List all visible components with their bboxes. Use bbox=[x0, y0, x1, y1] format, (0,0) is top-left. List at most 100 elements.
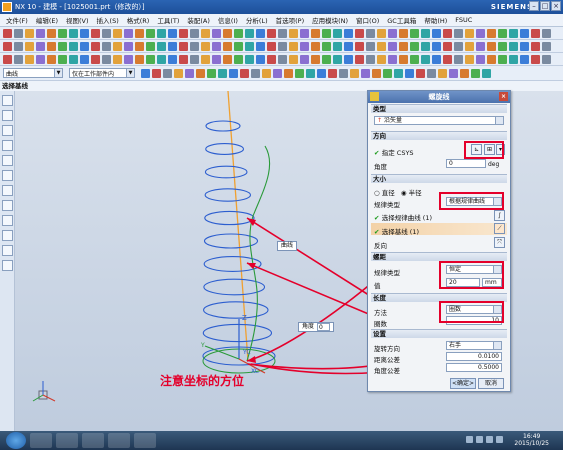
toolbar-tool-icon[interactable] bbox=[14, 28, 23, 38]
toolbar-tool-icon[interactable] bbox=[25, 28, 34, 38]
distance-tolerance-input[interactable]: 0.0100 bbox=[446, 352, 502, 361]
toolbar-tool-icon[interactable] bbox=[366, 28, 375, 38]
toolbar-tool-icon[interactable] bbox=[487, 28, 496, 38]
toolbar-tool-icon[interactable] bbox=[190, 54, 199, 64]
toolbar-tool-icon[interactable] bbox=[207, 68, 216, 78]
toolbar-tool-icon[interactable] bbox=[410, 54, 419, 64]
toolbar-tool-icon[interactable] bbox=[465, 28, 474, 38]
toolbar-tool-icon[interactable] bbox=[256, 54, 265, 64]
toolbar-tool-icon[interactable] bbox=[80, 54, 89, 64]
assembly-navigator-icon[interactable] bbox=[2, 95, 13, 106]
toolbar-tool-icon[interactable] bbox=[432, 28, 441, 38]
toolbar-tool-icon[interactable] bbox=[190, 41, 199, 51]
toolbar-tool-icon[interactable] bbox=[229, 68, 238, 78]
taskbar-app-1[interactable] bbox=[30, 433, 52, 448]
toolbar-tool-icon[interactable] bbox=[306, 68, 315, 78]
toolbar-tool-icon[interactable] bbox=[190, 28, 199, 38]
toolbar-tool-icon[interactable] bbox=[322, 28, 331, 38]
toolbar-tool-icon[interactable] bbox=[311, 41, 320, 51]
minimize-button[interactable]: – bbox=[529, 1, 539, 11]
toolbar-tool-icon[interactable] bbox=[256, 41, 265, 51]
cancel-button[interactable]: 取消 bbox=[478, 378, 504, 389]
menu-edit[interactable]: 编辑(E) bbox=[32, 15, 62, 25]
toolbar-tool-icon[interactable] bbox=[25, 54, 34, 64]
toolbar-tool-icon[interactable] bbox=[234, 28, 243, 38]
toolbar-tool-icon[interactable] bbox=[498, 54, 507, 64]
process-studio-icon[interactable] bbox=[2, 215, 13, 226]
toolbar-tool-icon[interactable] bbox=[317, 68, 326, 78]
reuse-library-icon[interactable] bbox=[2, 140, 13, 151]
toolbar-tool-icon[interactable] bbox=[361, 68, 370, 78]
toolbar-tool-icon[interactable] bbox=[179, 41, 188, 51]
maximize-button[interactable]: □ bbox=[540, 1, 550, 11]
toolbar-tool-icon[interactable] bbox=[344, 28, 353, 38]
toolbar-tool-icon[interactable] bbox=[300, 28, 309, 38]
toolbar-tool-icon[interactable] bbox=[58, 54, 67, 64]
reverse-direction-button[interactable]: ⤧ bbox=[494, 237, 505, 248]
menu-fsuc[interactable]: FSUC bbox=[451, 16, 476, 24]
toolbar-tool-icon[interactable] bbox=[212, 41, 221, 51]
toolbar-tool-icon[interactable] bbox=[3, 41, 12, 51]
angle-tag-value[interactable]: 0 bbox=[317, 323, 330, 331]
toolbar-tool-icon[interactable] bbox=[135, 54, 144, 64]
menu-file[interactable]: 文件(F) bbox=[2, 15, 32, 25]
toolbar-tool-icon[interactable] bbox=[454, 54, 463, 64]
toolbar-tool-icon[interactable] bbox=[388, 54, 397, 64]
toolbar-tool-icon[interactable] bbox=[542, 28, 551, 38]
toolbar-tool-icon[interactable] bbox=[91, 28, 100, 38]
roles-icon[interactable] bbox=[2, 245, 13, 256]
toolbar-tool-icon[interactable] bbox=[520, 41, 529, 51]
menu-window[interactable]: 窗口(O) bbox=[352, 15, 383, 25]
toolbar-tool-icon[interactable] bbox=[487, 41, 496, 51]
toolbar-tool-icon[interactable] bbox=[394, 68, 403, 78]
toolbar-tool-icon[interactable] bbox=[410, 41, 419, 51]
toolbar-tool-icon[interactable] bbox=[509, 41, 518, 51]
toolbar-tool-icon[interactable] bbox=[498, 41, 507, 51]
toolbar-tool-icon[interactable] bbox=[267, 28, 276, 38]
toolbar-tool-icon[interactable] bbox=[168, 28, 177, 38]
toolbar-tool-icon[interactable] bbox=[36, 41, 45, 51]
selection-scope-dropdown[interactable]: 仅在工作部件内 ▼ bbox=[69, 68, 135, 78]
baseline-select-icon[interactable]: ⟋ bbox=[494, 223, 505, 234]
toolbar-tool-icon[interactable] bbox=[300, 41, 309, 51]
toolbar-tool-icon[interactable] bbox=[520, 54, 529, 64]
taskbar-app-4[interactable] bbox=[108, 433, 130, 448]
toolbar-tool-icon[interactable] bbox=[267, 41, 276, 51]
toolbar-tool-icon[interactable] bbox=[355, 28, 364, 38]
toolbar-tool-icon[interactable] bbox=[454, 28, 463, 38]
toolbar-tool-icon[interactable] bbox=[69, 41, 78, 51]
toolbar-tool-icon[interactable] bbox=[388, 28, 397, 38]
toolbar-tool-icon[interactable] bbox=[421, 41, 430, 51]
dialog-close-button[interactable]: × bbox=[499, 92, 508, 101]
toolbar-tool-icon[interactable] bbox=[113, 54, 122, 64]
toolbar-tool-icon[interactable] bbox=[366, 41, 375, 51]
toolbar-tool-icon[interactable] bbox=[333, 28, 342, 38]
toolbar-tool-icon[interactable] bbox=[416, 68, 425, 78]
toolbar-tool-icon[interactable] bbox=[146, 28, 155, 38]
menu-view[interactable]: 视图(V) bbox=[62, 15, 93, 25]
history-icon[interactable] bbox=[2, 185, 13, 196]
select-law-curve-row[interactable]: ✔ 选择规律曲线 (1) bbox=[374, 212, 432, 222]
toolbar-tool-icon[interactable] bbox=[25, 41, 34, 51]
radio-diameter[interactable]: ○ bbox=[374, 189, 382, 197]
toolbar-tool-icon[interactable] bbox=[223, 54, 232, 64]
toolbar-tool-icon[interactable] bbox=[377, 41, 386, 51]
clock[interactable]: 16:49 2015/10/25 bbox=[514, 433, 549, 447]
toolbar-tool-icon[interactable] bbox=[383, 68, 392, 78]
toolbar-tool-icon[interactable] bbox=[289, 54, 298, 64]
toolbar-tool-icon[interactable] bbox=[91, 41, 100, 51]
toolbar-tool-icon[interactable] bbox=[157, 41, 166, 51]
toolbar-tool-icon[interactable] bbox=[476, 41, 485, 51]
toolbar-tool-icon[interactable] bbox=[135, 41, 144, 51]
law-curve-select-icon[interactable]: ∫ bbox=[494, 210, 505, 221]
toolbar-tool-icon[interactable] bbox=[300, 54, 309, 64]
toolbar-tool-icon[interactable] bbox=[278, 41, 287, 51]
toolbar-tool-icon[interactable] bbox=[289, 28, 298, 38]
toolbar-tool-icon[interactable] bbox=[333, 41, 342, 51]
toolbar-tool-icon[interactable] bbox=[212, 28, 221, 38]
toolbar-tool-icon[interactable] bbox=[289, 41, 298, 51]
toolbar-tool-icon[interactable] bbox=[218, 68, 227, 78]
toolbar-tool-icon[interactable] bbox=[91, 54, 100, 64]
toolbar-tool-icon[interactable] bbox=[542, 54, 551, 64]
toolbar-tool-icon[interactable] bbox=[531, 41, 540, 51]
